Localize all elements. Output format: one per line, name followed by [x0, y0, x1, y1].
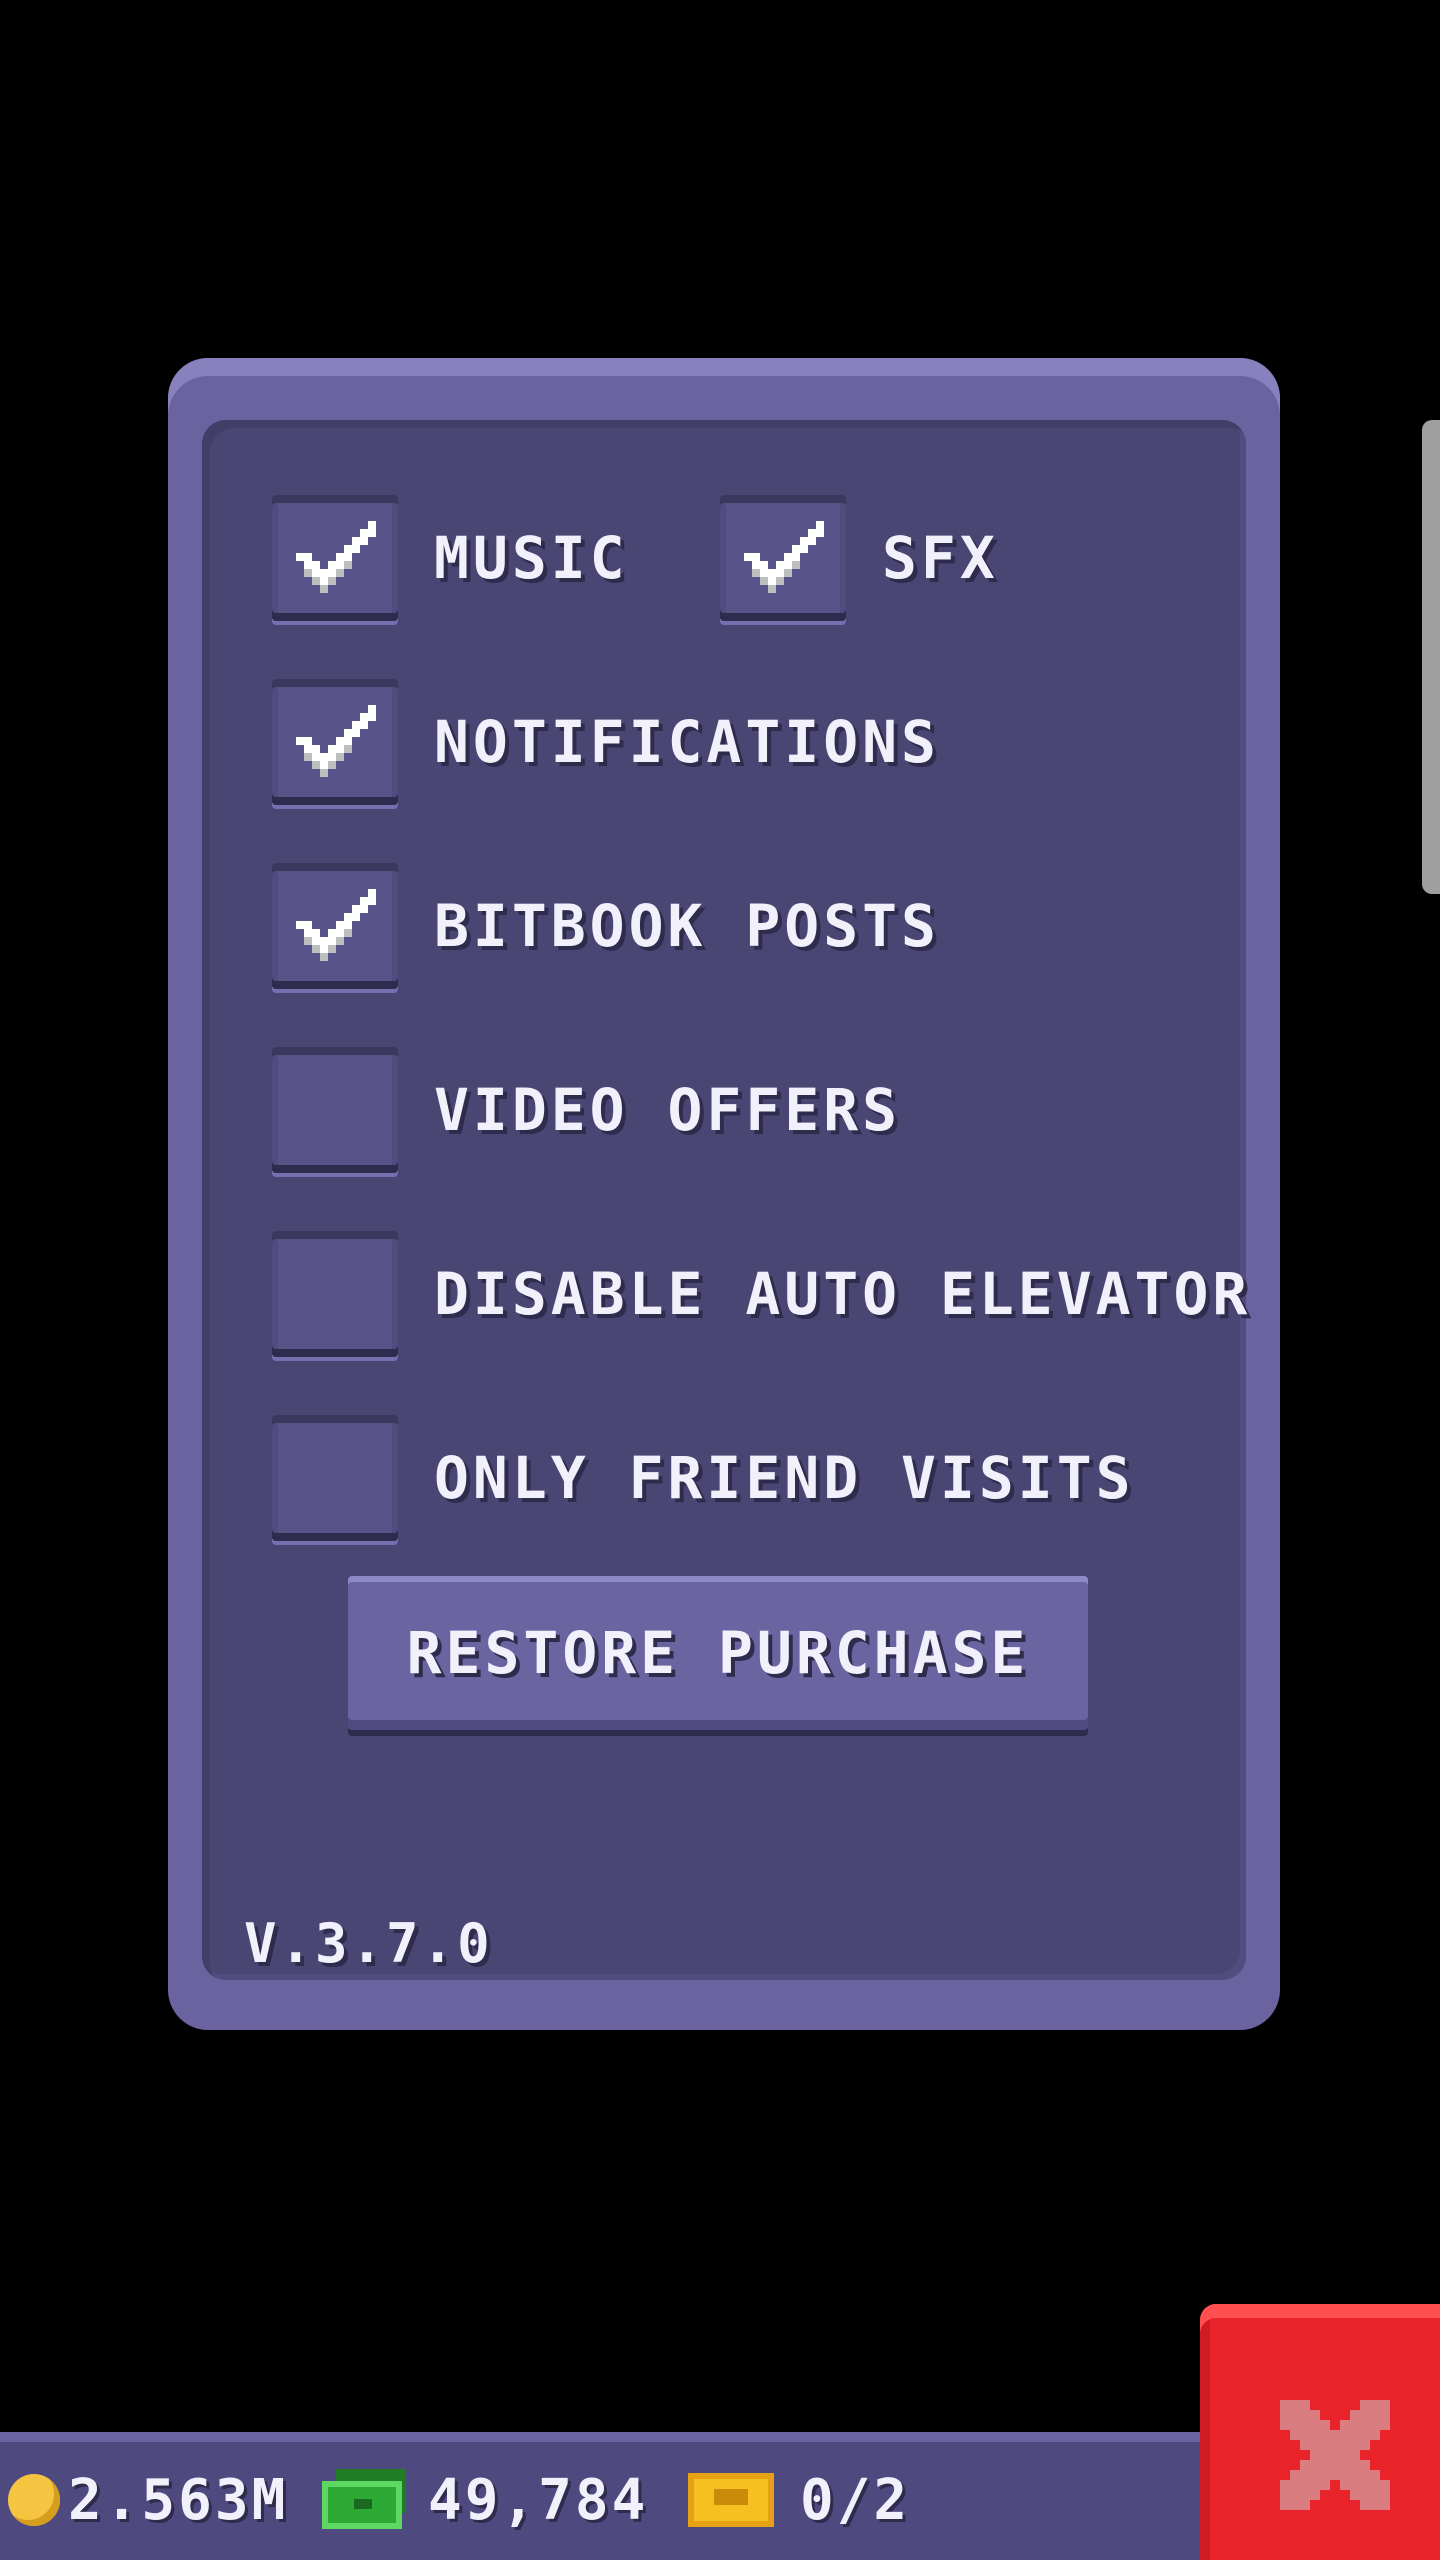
check-icon	[296, 521, 376, 593]
option-notifications[interactable]: NOTIFICATIONS	[272, 679, 940, 805]
bux-icon	[322, 2469, 408, 2531]
version-label: V.3.7.0	[244, 1912, 493, 1975]
option-only-friend-visits[interactable]: ONLY FRIEND VISITS	[272, 1415, 1135, 1541]
ticket-icon	[688, 2473, 774, 2527]
restore-purchase-button[interactable]: RESTORE PURCHASE	[348, 1576, 1088, 1730]
option-disable-auto-elevator[interactable]: DISABLE AUTO ELEVATOR	[272, 1231, 1251, 1357]
tickets-value: 0/2	[800, 2467, 911, 2533]
option-label-sfx: SFX	[882, 524, 999, 592]
option-label-video-offers: VIDEO OFFERS	[434, 1076, 902, 1144]
coins-counter: 2.563M	[8, 2467, 289, 2533]
coin-icon	[8, 2474, 60, 2526]
close-icon	[1280, 2400, 1390, 2510]
option-label-notifications: NOTIFICATIONS	[434, 708, 940, 776]
music-checkbox[interactable]	[272, 495, 398, 621]
notifications-checkbox[interactable]	[272, 679, 398, 805]
check-icon	[296, 705, 376, 777]
tickets-counter: 0/2	[688, 2467, 911, 2533]
option-music[interactable]: MUSIC	[272, 495, 629, 621]
bux-value: 49,784	[428, 2467, 649, 2533]
option-label-disable-auto-elevator: DISABLE AUTO ELEVATOR	[434, 1260, 1252, 1328]
sfx-checkbox[interactable]	[720, 495, 846, 621]
close-button[interactable]	[1200, 2304, 1440, 2560]
disable-auto-elevator-checkbox[interactable]	[272, 1231, 398, 1357]
option-bitbook-posts[interactable]: BITBOOK POSTS	[272, 863, 940, 989]
option-label-bitbook-posts: BITBOOK POSTS	[434, 892, 940, 960]
check-icon	[744, 521, 824, 593]
option-label-only-friend-visits: ONLY FRIEND VISITS	[434, 1444, 1135, 1512]
bux-counter: 49,784	[322, 2467, 649, 2533]
video-offers-checkbox[interactable]	[272, 1047, 398, 1173]
settings-screen: MUSIC SFX NOTIFICATIONS BITBOOK POSTS VI…	[0, 0, 1440, 2560]
option-label-music: MUSIC	[434, 524, 629, 592]
bitbook-posts-checkbox[interactable]	[272, 863, 398, 989]
option-video-offers[interactable]: VIDEO OFFERS	[272, 1047, 901, 1173]
settings-panel-inner	[202, 420, 1246, 1980]
check-icon	[296, 889, 376, 961]
coins-value: 2.563M	[68, 2467, 289, 2533]
option-sfx[interactable]: SFX	[720, 495, 999, 621]
only-friend-visits-checkbox[interactable]	[272, 1415, 398, 1541]
side-pull-tab[interactable]	[1422, 420, 1440, 894]
